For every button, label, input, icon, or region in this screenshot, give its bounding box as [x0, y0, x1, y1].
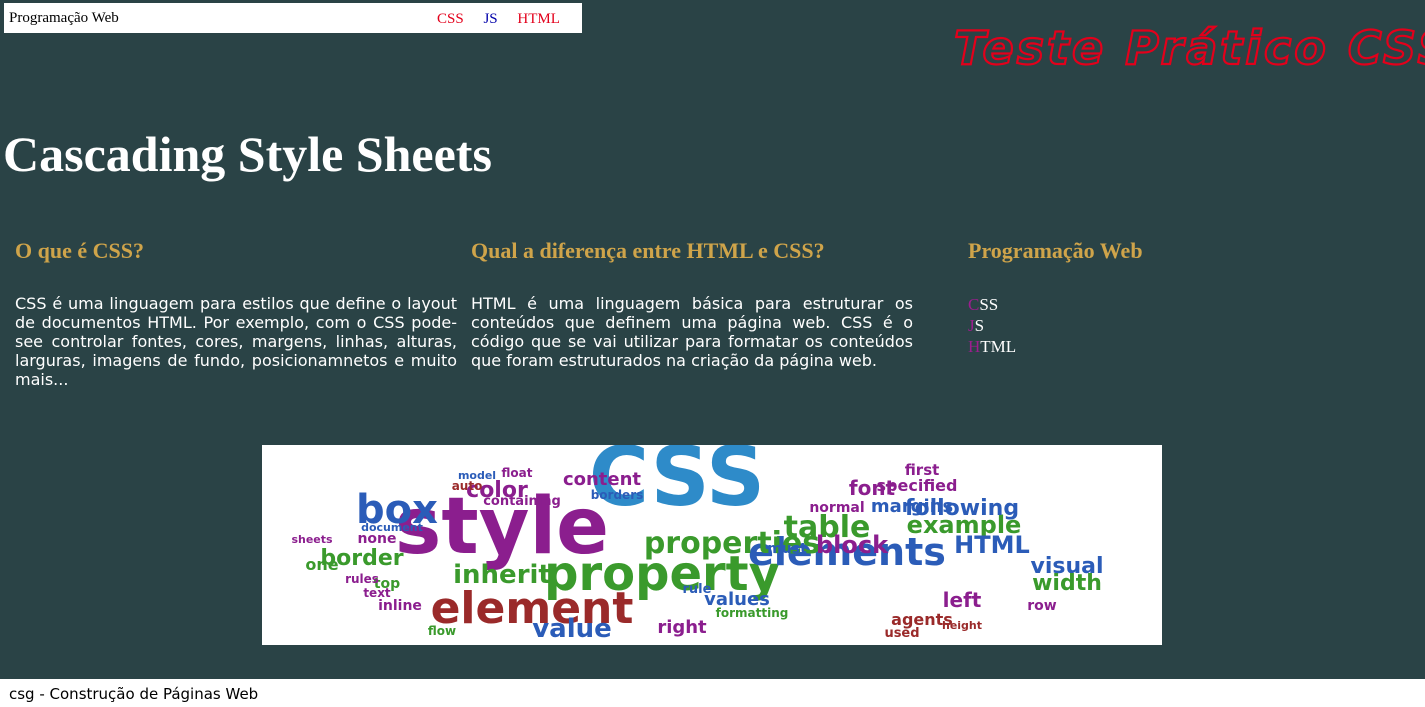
word-cloud-graphic: CSSstylepropertyelementboxelementsvaluep… [291, 445, 1103, 644]
word-cloud-word: inherit [453, 560, 551, 590]
logo-graphic: Teste Prático CSS [953, 20, 1425, 76]
word-cloud-word: must [767, 541, 807, 557]
page-title: Cascading Style Sheets [3, 126, 492, 182]
word-cloud-word: value [532, 614, 612, 644]
word-cloud-word: rules [345, 572, 379, 586]
section-what-is-css: O que é CSS? CSS é uma linguagem para es… [15, 238, 457, 389]
footer-text: csg - Construção de Páginas Web [9, 685, 259, 703]
section-heading: Qual a diferença entre HTML e CSS? [471, 238, 825, 263]
word-cloud-word: containing [483, 494, 561, 509]
word-cloud-word: height [942, 619, 982, 632]
word-cloud-word: content [563, 469, 641, 490]
word-cloud-word: normal [809, 500, 864, 516]
word-cloud-word: first [905, 461, 940, 479]
word-cloud-word: left [943, 588, 982, 612]
sidebar-heading: Programação Web [968, 238, 1143, 263]
nav-link-css[interactable]: CSS [437, 11, 464, 27]
top-nav-links: CSS JS HTML [437, 11, 576, 28]
word-cloud-word: inline [378, 598, 422, 614]
logo-text: Teste Prático CSS [954, 21, 1425, 75]
word-cloud-word: flow [428, 624, 456, 638]
section-html-vs-css: Qual a diferença entre HTML e CSS? HTML … [471, 238, 913, 370]
word-cloud-word: float [502, 466, 533, 480]
section-text: CSS é uma linguagem para estilos que def… [15, 294, 457, 389]
word-cloud-word: HTML [954, 531, 1030, 559]
sidebar-item-css[interactable]: CSS [968, 294, 1268, 315]
word-cloud-word: formatting [716, 606, 789, 620]
word-cloud-word: row [1027, 598, 1057, 614]
section-heading: O que é CSS? [15, 238, 144, 263]
word-cloud-word: rule [683, 582, 712, 597]
sidebar-programacao-web: Programação Web CSS JS HTML [968, 238, 1268, 357]
word-cloud-word: one [305, 555, 338, 574]
section-text: HTML é uma linguagem básica para estrutu… [471, 294, 913, 370]
word-cloud-word: borders [591, 488, 644, 502]
sidebar-item-js[interactable]: JS [968, 315, 1268, 336]
word-cloud-word: block [816, 531, 889, 559]
footer: csg - Construção de Páginas Web [0, 679, 1425, 707]
top-navbar: Programação Web CSS JS HTML [4, 3, 582, 33]
css-word-cloud-image: CSS style property element box elements value p… [262, 445, 1162, 645]
site-logo: Teste Prático CSS [950, 12, 1425, 82]
word-cloud-word: right [657, 617, 707, 638]
brand-label: Programação Web [9, 10, 119, 26]
nav-link-js[interactable]: JS [483, 11, 497, 27]
word-cloud-word: document [361, 521, 423, 534]
word-cloud-word: text [363, 586, 391, 600]
word-cloud-word: margins [871, 496, 953, 517]
word-cloud-word: width [1032, 571, 1102, 596]
word-cloud-word: sheets [291, 533, 333, 546]
sidebar-item-html[interactable]: HTML [968, 336, 1268, 357]
nav-link-html[interactable]: HTML [517, 11, 560, 27]
word-cloud-word: model [458, 469, 496, 482]
word-cloud-word: used [884, 626, 919, 641]
sidebar-list: CSS JS HTML [968, 294, 1268, 357]
